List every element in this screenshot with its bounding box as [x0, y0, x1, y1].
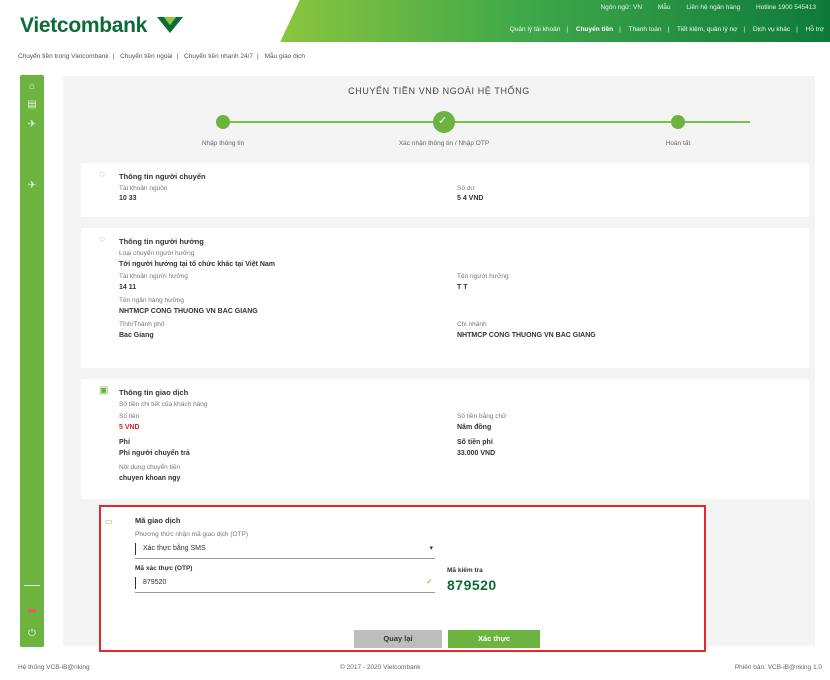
footer-copyright: © 2017 - 2020 Vietcombank [340, 664, 421, 671]
flag-icon[interactable]: ▬ [20, 605, 44, 614]
sidebar: ⌂ ▤ ✈ ✈ ▬ ⏻ [20, 75, 44, 647]
otp-title: Mã giao dịch [135, 516, 181, 525]
branch-label: Chi nhánh [457, 321, 487, 328]
balance-value: 5 4 VND [457, 195, 484, 202]
otp-code-input[interactable]: 879520 ✓ [135, 577, 435, 591]
otp-code-label: Mã xác thực (OTP) [135, 565, 193, 572]
step-3-dot [671, 115, 685, 129]
verify-code-label: Mã kiểm tra [447, 567, 483, 574]
otp-icon: ▭ [105, 517, 113, 526]
transaction-card: ▣ Thông tin giao dịch Số tiền chi tiết c… [81, 379, 809, 499]
content-value: chuyen khoan ngy [119, 475, 181, 482]
fee-value: 33.000 VND [457, 450, 496, 457]
check-icon: ✓ [426, 577, 433, 586]
amount-label: Số tiền [119, 413, 140, 420]
sidebar-divider [24, 585, 40, 586]
beneficiary-name-label: Tên người hưởng [457, 273, 509, 280]
amount-words-label: Số tiền bằng chữ [457, 413, 507, 420]
calendar-icon[interactable]: ▤ [20, 99, 44, 110]
source-account-value: 10 33 [119, 195, 137, 202]
sender-card: ◌ Thông tin người chuyển Tài khoản nguồn… [81, 163, 809, 217]
otp-method-select[interactable]: Xác thực bằng SMS ▾ [135, 543, 435, 557]
otp-method-value: Xác thực bằng SMS [143, 545, 206, 552]
main-nav: Quản lý tài khoản | Chuyển tiền | Thanh to… [509, 26, 824, 33]
top-link-language[interactable]: Ngôn ngữ: VN [600, 4, 642, 11]
beneficiary-type-value: Tới người hưởng tại tổ chức khác tại Việ… [119, 261, 276, 268]
beneficiary-name-value: T T [457, 284, 468, 291]
top-link-hotline[interactable]: Hotline 1900 545413 [756, 4, 816, 11]
footer-left: Hệ thống VCB-iB@nking [18, 664, 90, 671]
step-3-label: Hoàn tất [665, 140, 691, 147]
subnav-item-external[interactable]: Chuyển tiền ngoài [120, 53, 172, 60]
nav-item-support[interactable]: Hỗ trợ [806, 26, 824, 33]
step-1-label: Nhập thông tin [201, 140, 245, 147]
beneficiary-account-value: 14 11 [119, 284, 137, 291]
brand-logo[interactable]: Vietcombank [20, 14, 147, 38]
amount-value: 5 VND [119, 424, 140, 431]
beneficiary-account-label: Tài khoản người hưởng [119, 273, 188, 280]
transfer-icon[interactable]: ✈ [20, 180, 44, 191]
otp-code-underline [135, 592, 435, 593]
nav-item-accounts[interactable]: Quản lý tài khoản [510, 26, 561, 33]
otp-method-label: Phương thức nhận mã giao dịch (OTP) [135, 531, 249, 538]
page-title: CHUYỂN TIỀN VNĐ NGOÀI HỆ THỐNG [348, 86, 530, 96]
subnav-item-internal[interactable]: Chuyển tiền trong Vietcombank [18, 53, 109, 60]
footer-version: Phiên bản: VCB-iB@nking 1.0 [734, 664, 822, 671]
power-icon[interactable]: ⏻ [20, 628, 44, 639]
step-1-dot [216, 115, 230, 129]
top-link-templates[interactable]: Mẫu [658, 4, 671, 11]
top-link-contact[interactable]: Liên hệ ngân hàng [686, 4, 740, 11]
amount-words-value: Năm đồng [457, 424, 492, 431]
plane-icon[interactable]: ✈ [20, 119, 44, 130]
beneficiary-title: Thông tin người hưởng [119, 237, 204, 246]
nav-item-payment[interactable]: Thanh toán [629, 26, 662, 33]
header-banner: Ngôn ngữ: VN Mẫu Liên hệ ngân hàng Hotli… [270, 0, 830, 42]
step-2-label: Xác nhận thông tin / Nhập OTP [398, 140, 490, 147]
verify-code-value: 879520 [447, 577, 497, 593]
nav-item-services[interactable]: Dịch vụ khác [753, 26, 790, 33]
province-value: Bac Giang [119, 332, 154, 339]
footer: Hệ thống VCB-iB@nking © 2017 - 2020 Viet… [0, 664, 830, 680]
bank-name-value: NHTMCP CONG THUONG VN BAC GIANG [119, 308, 258, 315]
sender-title: Thông tin người chuyển [119, 172, 206, 181]
back-button[interactable]: Quay lại [354, 630, 442, 648]
bank-name-label: Tên ngân hàng hưởng [119, 297, 184, 304]
province-label: Tỉnh/Thành phố [119, 321, 165, 328]
caret [135, 577, 136, 589]
beneficiary-type-label: Loại chuyển người hưởng [119, 250, 195, 257]
step-2-dot: ✓ [433, 111, 455, 133]
fee-label: Số tiền phí [457, 439, 493, 446]
fee-type-label: Phí [119, 439, 130, 446]
transaction-title: Thông tin giao dịch [119, 388, 189, 397]
otp-section: ▭ Mã giao dịch Phương thức nhận mã giao … [99, 505, 706, 652]
nav-item-savings[interactable]: Tiết kiệm, quản lý nợ [677, 26, 737, 33]
beneficiary-icon: ◌ [99, 234, 105, 245]
content-label: Nội dung chuyển tiền [119, 464, 181, 471]
fee-type-value: Phí người chuyển trả [119, 450, 190, 457]
beneficiary-card: ◌ Thông tin người hưởng Loại chuyển ngườ… [81, 228, 809, 368]
chevron-down-icon[interactable]: ▾ [429, 544, 433, 552]
sub-nav: Chuyển tiền trong Vietcombank | Chuyển ti… [18, 53, 306, 60]
nav-item-transfer[interactable]: Chuyển tiền [576, 26, 613, 33]
home-icon[interactable]: ⌂ [20, 81, 44, 92]
sender-icon: ◌ [99, 169, 105, 180]
transaction-icon: ▣ [99, 385, 109, 396]
transaction-detail-label: Số tiền chi tiết của khách hàng [119, 401, 208, 408]
check-icon: ✓ [438, 115, 448, 127]
top-links: Ngôn ngữ: VN Mẫu Liên hệ ngân hàng Hotli… [586, 4, 816, 11]
subnav-item-templates[interactable]: Mẫu giao dịch [265, 53, 305, 60]
subnav-item-fast[interactable]: Chuyển tiền nhanh 24/7 [184, 53, 253, 60]
otp-method-underline [135, 558, 435, 559]
branch-value: NHTMCP CONG THUONG VN BAC GIANG [457, 332, 596, 339]
header: Vietcombank Ngôn ngữ: VN Mẫu Liên hệ ngâ… [0, 0, 830, 50]
otp-code-value: 879520 [143, 579, 167, 586]
vietcombank-logo-icon [157, 17, 183, 33]
confirm-button[interactable]: Xác thực [448, 630, 540, 648]
source-account-label: Tài khoản nguồn [119, 185, 168, 192]
caret [135, 543, 136, 555]
balance-label: Số dư [457, 185, 475, 192]
